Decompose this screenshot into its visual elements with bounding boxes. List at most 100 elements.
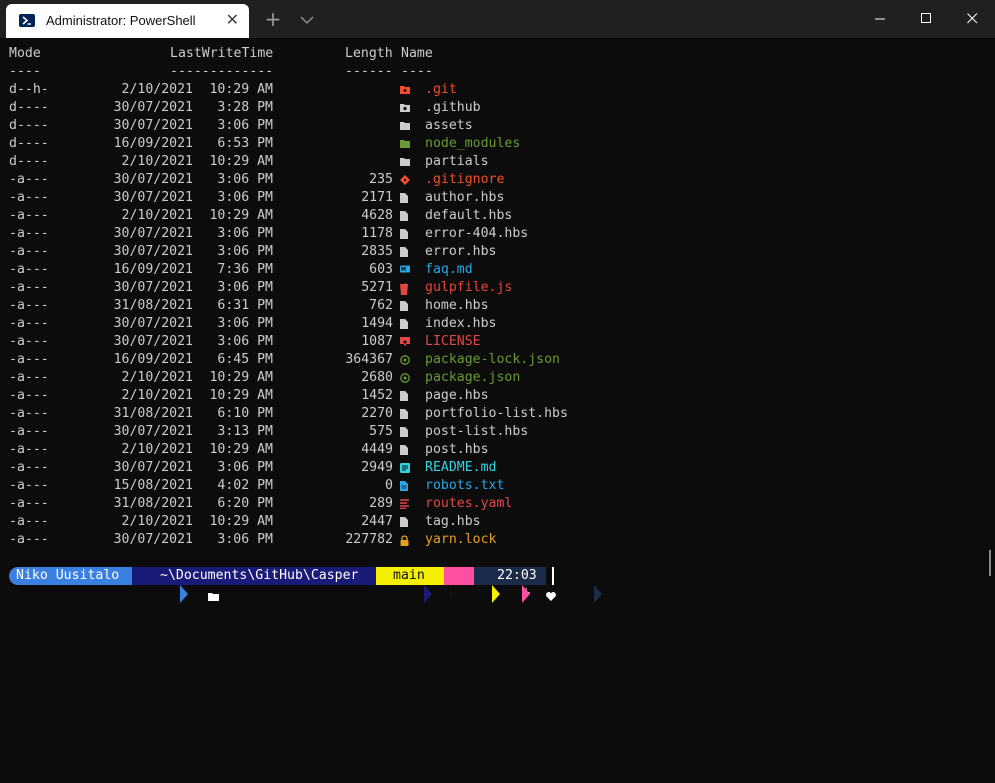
list-item: -a--- 2/10/2021 10:29 AM 2680 package.json xyxy=(0,369,980,387)
maximize-icon[interactable] xyxy=(903,0,949,37)
tab-title: Administrator: PowerShell xyxy=(46,13,196,28)
terminal-output[interactable]: Mode LastWriteTime Length Name ---- ----… xyxy=(0,38,995,594)
time: 3:06 PM xyxy=(217,334,273,349)
date: 30/07/2021 xyxy=(113,460,193,475)
file-name: post.hbs xyxy=(425,442,489,457)
file-icon xyxy=(399,297,412,315)
header-lastwritetime: LastWriteTime xyxy=(170,46,274,61)
date: 2/10/2021 xyxy=(121,208,193,223)
mode: -a--- xyxy=(9,478,49,493)
mode: d---- xyxy=(9,136,49,151)
list-item: -a--- 30/07/2021 3:06 PM 5271 gulpfile.js xyxy=(0,279,980,297)
date: 30/07/2021 xyxy=(113,172,193,187)
date: 2/10/2021 xyxy=(121,82,193,97)
file-icon xyxy=(399,405,412,423)
close-window-icon[interactable] xyxy=(949,0,995,37)
mode: -a--- xyxy=(9,442,49,457)
underline-mode: ---- xyxy=(9,64,41,79)
list-item: -a--- 30/07/2021 3:06 PM 1087 LICENSE xyxy=(0,333,980,351)
list-item: -a--- 15/08/2021 4:02 PM 0 robots.txt xyxy=(0,477,980,495)
date: 30/07/2021 xyxy=(113,334,193,349)
mode: d---- xyxy=(9,154,49,169)
segment-separator xyxy=(444,567,500,603)
list-item: -a--- 30/07/2021 3:06 PM 235 .gitignore xyxy=(0,171,980,189)
file-icon xyxy=(399,243,412,261)
date: 16/09/2021 xyxy=(113,352,193,367)
date: 2/10/2021 xyxy=(121,154,193,169)
mode: -a--- xyxy=(9,262,49,277)
minimize-icon[interactable] xyxy=(857,0,903,37)
chevron-down-icon[interactable] xyxy=(298,11,316,29)
file-icon xyxy=(399,387,412,405)
list-item: -a--- 30/07/2021 3:06 PM 1178 error-404.hbs xyxy=(0,225,980,243)
mode: -a--- xyxy=(9,190,49,205)
mode: -a--- xyxy=(9,532,49,547)
time: 3:06 PM xyxy=(217,172,273,187)
close-icon[interactable]: ✕ xyxy=(226,10,239,30)
mode: -a--- xyxy=(9,172,49,187)
prompt-time: 22:03 xyxy=(497,568,537,583)
list-item: d---- 2/10/2021 10:29 AM partials xyxy=(0,153,980,171)
tab-powershell[interactable]: Administrator: PowerShell ✕ xyxy=(6,4,249,38)
prompt-path: ~\Documents\GitHub\Casper xyxy=(160,568,359,583)
license-icon xyxy=(399,333,412,351)
file-name: portfolio-list.hbs xyxy=(425,406,568,421)
github-folder-icon xyxy=(399,99,412,117)
list-item: d---- 30/07/2021 3:28 PM .github xyxy=(0,99,980,117)
folder-icon xyxy=(399,153,412,171)
date: 2/10/2021 xyxy=(121,442,193,457)
file-icon xyxy=(399,189,412,207)
mode: -a--- xyxy=(9,244,49,259)
date: 30/07/2021 xyxy=(113,424,193,439)
scrollbar[interactable] xyxy=(989,550,991,576)
time: 10:29 AM xyxy=(209,514,273,529)
time: 3:06 PM xyxy=(217,532,273,547)
mode: d---- xyxy=(9,100,49,115)
list-item: -a--- 31/08/2021 6:10 PM 2270 portfolio-list… xyxy=(0,405,980,423)
npm-icon xyxy=(399,369,412,387)
length: 2680 xyxy=(361,370,393,385)
length: 603 xyxy=(369,262,393,277)
segment-separator xyxy=(132,567,188,603)
date: 2/10/2021 xyxy=(121,388,193,403)
header-row: Mode LastWriteTime Length Name xyxy=(0,45,980,63)
text-file-icon xyxy=(399,477,412,495)
length: 2270 xyxy=(361,406,393,421)
list-item: -a--- 2/10/2021 10:29 AM 4449 post.hbs xyxy=(0,441,980,459)
file-icon xyxy=(399,513,412,531)
git-icon xyxy=(399,171,412,189)
date: 31/08/2021 xyxy=(113,496,193,511)
list-item: -a--- 30/07/2021 3:13 PM 575 post-list.hbs xyxy=(0,423,980,441)
text-cursor[interactable] xyxy=(552,567,554,585)
length: 1178 xyxy=(361,226,393,241)
underline-lastwritetime: ------------- xyxy=(170,64,274,79)
file-name: index.hbs xyxy=(425,316,497,331)
title-bar[interactable]: Administrator: PowerShell ✕ + xyxy=(0,0,995,39)
time: 4:02 PM xyxy=(217,478,273,493)
date: 31/08/2021 xyxy=(113,298,193,313)
length: 762 xyxy=(369,298,393,313)
underline-name: ---- xyxy=(401,64,433,79)
terminal-window: Administrator: PowerShell ✕ + Mode LastW… xyxy=(0,0,995,603)
file-icon xyxy=(399,315,412,333)
plus-icon[interactable]: + xyxy=(262,8,284,30)
prompt-branch: main xyxy=(393,568,425,583)
file-name: package.json xyxy=(425,370,521,385)
file-name: home.hbs xyxy=(425,298,489,313)
yaml-icon xyxy=(399,495,412,513)
mode: -a--- xyxy=(9,370,49,385)
time: 6:53 PM xyxy=(217,136,273,151)
file-icon xyxy=(399,225,412,243)
file-name: gulpfile.js xyxy=(425,280,513,295)
list-item: -a--- 31/08/2021 6:31 PM 762 home.hbs xyxy=(0,297,980,315)
mode: -a--- xyxy=(9,514,49,529)
length: 575 xyxy=(369,424,393,439)
header-length: Length xyxy=(345,46,393,61)
list-item: -a--- 30/07/2021 3:06 PM 2949 README.md xyxy=(0,459,980,477)
list-item: -a--- 31/08/2021 6:20 PM 289 routes.yaml xyxy=(0,495,980,513)
mode: -a--- xyxy=(9,298,49,313)
file-name: .github xyxy=(425,100,481,115)
time: 3:28 PM xyxy=(217,100,273,115)
date: 2/10/2021 xyxy=(121,370,193,385)
mode: -a--- xyxy=(9,208,49,223)
